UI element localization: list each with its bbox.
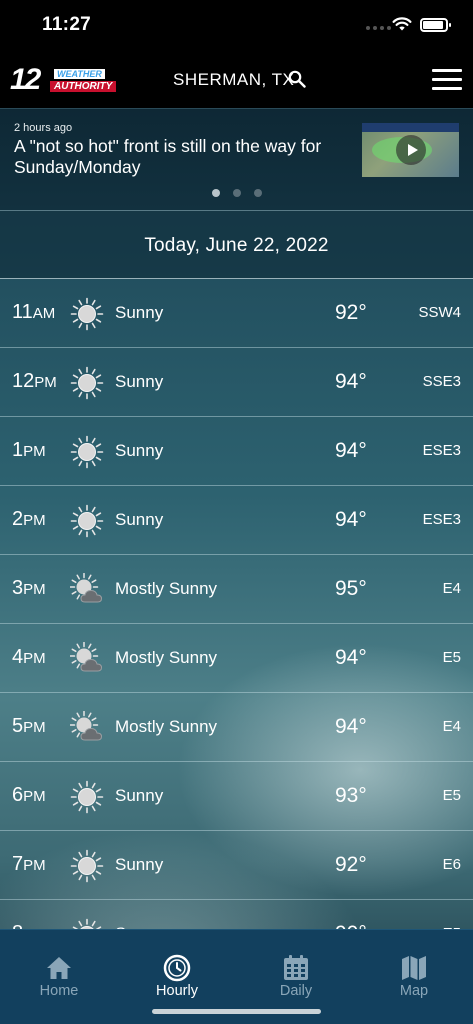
news-video-thumbnail[interactable] [362, 123, 459, 177]
condition-label: Sunny [115, 372, 164, 391]
hour-label: 2PM [12, 508, 46, 530]
news-carousel[interactable]: 2 hours ago A "not so hot" front is stil… [0, 108, 473, 210]
hamburger-menu-icon[interactable] [432, 69, 462, 91]
condition-label: Sunny [115, 303, 164, 322]
hourly-forecast-list[interactable]: 11AM Sunny 92° SSW4 12PM Sunny 94° SSE3 … [0, 279, 473, 929]
hour-label: 6PM [12, 784, 46, 806]
sunny-icon [70, 297, 104, 331]
tab-map-label: Map [399, 983, 429, 999]
wind-label: E5 [442, 787, 461, 804]
wind-label: SSW4 [418, 304, 461, 321]
status-time: 11:27 [42, 14, 92, 35]
carousel-page-indicator[interactable] [212, 189, 262, 197]
sunny-icon [70, 435, 104, 469]
location-label[interactable]: SHERMAN, TX [173, 70, 294, 90]
condition-label: Sunny [115, 441, 164, 460]
status-bar: 11:27 [0, 0, 473, 52]
hourly-row[interactable]: 2PM Sunny 94° ESE3 [0, 486, 473, 555]
mostly-sunny-icon [70, 573, 103, 603]
sunny-icon [70, 366, 104, 400]
condition-label: Sunny [115, 786, 164, 805]
tab-daily[interactable]: Daily [237, 930, 355, 1010]
hour-label: 5PM [12, 715, 46, 737]
cellular-signal-icon [366, 26, 391, 30]
wind-label: E4 [442, 718, 461, 735]
news-timestamp: 2 hours ago [14, 122, 73, 134]
condition-label: Mostly Sunny [115, 648, 218, 667]
condition-label: Sunny [115, 510, 164, 529]
condition-label: Mostly Sunny [115, 717, 218, 736]
tab-home-label: Home [39, 983, 79, 999]
condition-label: Sunny [115, 855, 164, 874]
calendar-icon [284, 955, 308, 980]
map-icon [402, 956, 426, 980]
hourly-row[interactable]: 11AM Sunny 92° SSW4 [0, 279, 473, 348]
hourly-row[interactable]: 4PM Mostly Sunny 94° E5 [0, 624, 473, 693]
carousel-dot[interactable] [212, 189, 220, 197]
wind-label: SSE3 [422, 373, 461, 390]
sunny-icon [70, 780, 104, 814]
home-indicator[interactable] [152, 1009, 321, 1014]
forecast-date: Today, June 22, 2022 [0, 210, 473, 279]
hourly-row[interactable]: 8PM Sunny 90° E5 [0, 900, 473, 929]
wifi-icon [392, 17, 412, 31]
hour-label: 3PM [12, 577, 46, 599]
app-header: 12 WEATHER AUTHORITY SHERMAN, TX [0, 52, 473, 108]
hour-label: 7PM [12, 853, 46, 875]
temperature: 92° [335, 853, 367, 876]
wind-label: ESE3 [422, 442, 461, 459]
temperature: 94° [335, 715, 367, 738]
wind-label: E4 [442, 580, 461, 597]
hourly-row[interactable]: 3PM Mostly Sunny 95° E4 [0, 555, 473, 624]
hour-label: 8PM [12, 922, 46, 929]
video-play-icon[interactable] [396, 135, 426, 165]
sunny-icon [70, 849, 104, 883]
hourly-row[interactable]: 6PM Sunny 93° E5 [0, 762, 473, 831]
temperature: 90° [335, 922, 367, 929]
temperature: 93° [335, 784, 367, 807]
mostly-sunny-icon [70, 711, 103, 741]
wind-label: E5 [442, 649, 461, 666]
condition-label: Mostly Sunny [115, 579, 218, 598]
wind-label: E6 [442, 856, 461, 873]
hour-label: 11AM [12, 301, 56, 323]
tab-home[interactable]: Home [0, 930, 118, 1010]
home-icon [47, 957, 71, 979]
sunny-icon [70, 504, 104, 538]
tab-hourly[interactable]: Hourly [118, 930, 236, 1010]
hourly-row[interactable]: 12PM Sunny 94° SSE3 [0, 348, 473, 417]
clock-icon [163, 954, 191, 982]
temperature: 95° [335, 577, 367, 600]
battery-icon [420, 18, 451, 32]
news-headline[interactable]: A "not so hot" front is still on the way… [14, 136, 344, 178]
weather-authority-logo[interactable]: 12 WEATHER AUTHORITY [8, 63, 120, 96]
carousel-dot[interactable] [254, 189, 262, 197]
sunny-icon [72, 918, 102, 929]
temperature: 92° [335, 301, 367, 324]
mostly-sunny-icon [70, 642, 103, 672]
hourly-row[interactable]: 1PM Sunny 94° ESE3 [0, 417, 473, 486]
temperature: 94° [335, 508, 367, 531]
search-icon[interactable] [288, 70, 306, 88]
temperature: 94° [335, 370, 367, 393]
hour-label: 1PM [12, 439, 46, 461]
hourly-row[interactable]: 7PM Sunny 92° E6 [0, 831, 473, 900]
hour-label: 12PM [12, 370, 57, 392]
hourly-row[interactable]: 5PM Mostly Sunny 94° E4 [0, 693, 473, 762]
temperature: 94° [335, 646, 367, 669]
carousel-dot[interactable] [233, 189, 241, 197]
tab-hourly-label: Hourly [156, 983, 198, 999]
temperature: 94° [335, 439, 367, 462]
tab-map[interactable]: Map [355, 930, 473, 1010]
wind-label: ESE3 [422, 511, 461, 528]
tab-daily-label: Daily [279, 983, 313, 999]
hour-label: 4PM [12, 646, 46, 668]
